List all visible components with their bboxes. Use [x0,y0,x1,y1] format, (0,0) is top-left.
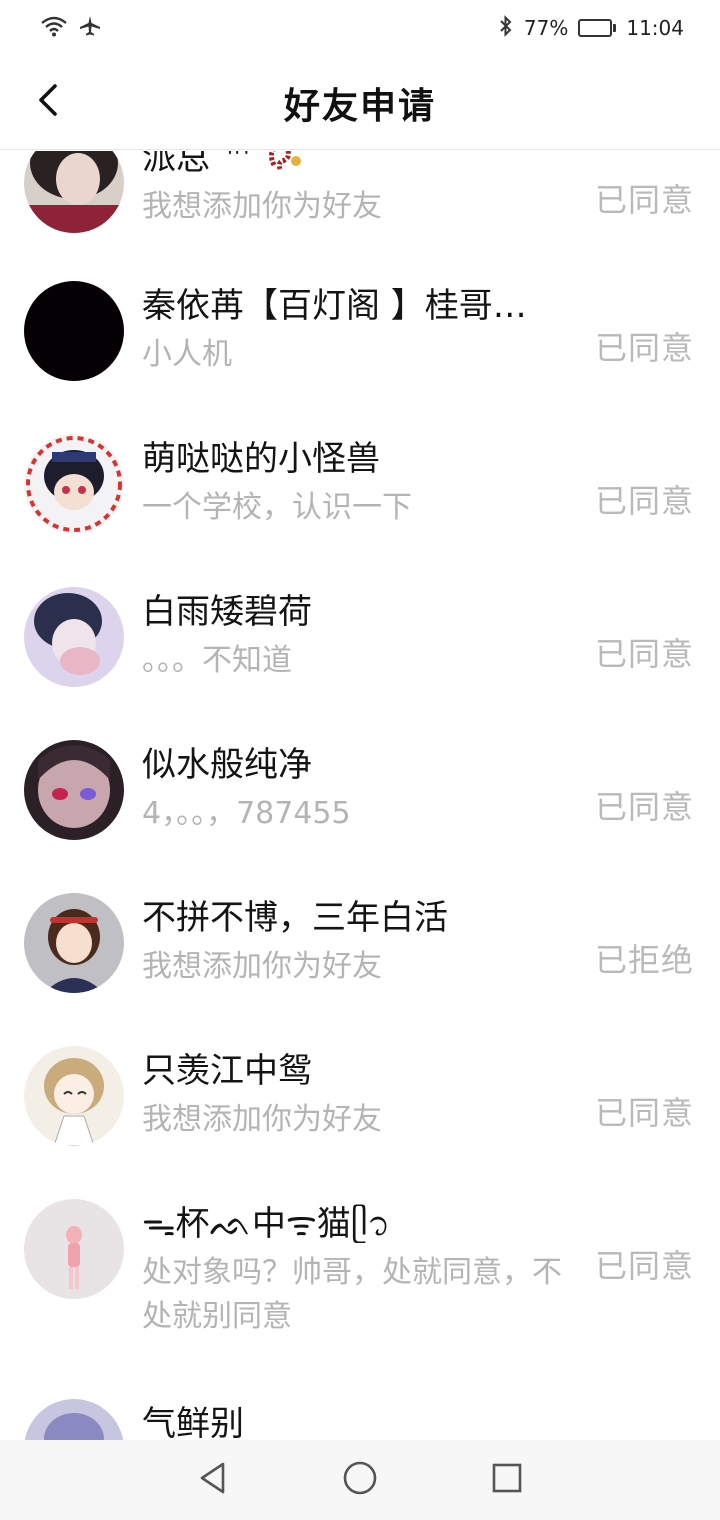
nav-back-button[interactable] [183,1450,243,1510]
wifi-icon [40,15,68,42]
request-status: 已同意 [594,482,694,520]
page-title: 好友申请 [283,85,436,127]
home-circle-icon [342,1460,378,1500]
requester-name: 气鲜别 [142,1404,244,1440]
nav-home-button[interactable] [330,1450,390,1510]
requester-name: 只羡江中鸳 [142,1051,312,1091]
friend-request-row[interactable]: 似水般纯净 4，。。，787455 已同意 [0,711,720,864]
request-message: 我想添加你为好友 [142,1102,382,1137]
nav-recents-button[interactable] [477,1450,537,1510]
friend-request-row[interactable]: 不拼不博，三年白活 我想添加你为好友 已拒绝 [0,864,720,1017]
avatar[interactable] [24,1199,124,1299]
friend-request-row[interactable]: 白雨矮碧荷 。。。不知道 已同意 [0,558,720,711]
request-message: 。。。不知道 [142,643,292,678]
back-button[interactable] [22,76,74,128]
friend-request-list[interactable]: 派总 ™ 我想添加你为好友 已同意 秦依苒【百灯阁 】桂哥… 小人机 已同意 萌… [0,151,720,1440]
system-nav-bar [0,1440,720,1520]
request-status: 已同意 [594,1247,694,1285]
request-status: 已同意 [594,329,694,367]
status-bar: 77% 11:04 [0,0,720,56]
avatar[interactable] [24,151,124,233]
status-bar-left [40,15,102,42]
request-status: 已同意 [594,635,694,673]
clock: 11:04 [626,16,684,40]
friend-request-row[interactable]: 萌哒哒的小怪兽 一个学校，认识一下 已同意 [0,405,720,558]
avatar[interactable] [24,740,124,840]
avatar[interactable] [24,587,124,687]
battery-icon [578,19,617,37]
avatar[interactable] [24,893,124,993]
requester-name: 似水般纯净 [142,745,312,785]
friend-request-list-content: 派总 ™ 我想添加你为好友 已同意 秦依苒【百灯阁 】桂哥… 小人机 已同意 萌… [0,151,720,1440]
request-message: 处对象吗？帅哥，处就同意，不处就别同意 [142,1255,562,1334]
avatar[interactable] [24,281,124,381]
friend-request-row[interactable]: 派总 ™ 我想添加你为好友 已同意 [0,151,720,252]
request-message: 一个学校，认识一下 [142,490,412,525]
request-message: 我想添加你为好友 [142,189,382,224]
avatar[interactable] [24,1046,124,1146]
friend-request-row[interactable]: 只羡江中鸳 我想添加你为好友 已同意 [0,1017,720,1170]
request-status: 已同意 [594,181,694,219]
back-triangle-icon [197,1461,229,1499]
friend-request-row[interactable]: ᯓ杯ᨒ中ᯤ猫ᥫ᭡ 处对象吗？帅哥，处就同意，不处就别同意 已同意 [0,1170,720,1370]
lucky-beads-icon [266,151,310,178]
friend-request-row[interactable]: 秦依苒【百灯阁 】桂哥… 小人机 已同意 [0,252,720,405]
request-message: 小人机 [142,337,232,372]
requester-name: 不拼不博，三年白活 [142,898,448,938]
request-message: 我想添加你为好友 [142,949,382,984]
requester-name: 派总 ™ [142,151,562,181]
friend-request-row[interactable]: 气鲜别 [0,1370,720,1440]
battery-percent: 77% [523,16,569,40]
avatar[interactable] [24,1399,124,1440]
requester-name: 萌哒哒的小怪兽 [142,439,380,479]
avatar[interactable] [24,434,124,534]
chevron-left-icon [35,82,61,122]
recents-square-icon [491,1462,523,1498]
airplane-icon [78,15,102,42]
request-status: 已同意 [594,788,694,826]
bluetooth-icon [498,14,514,42]
request-status: 已同意 [594,1094,694,1132]
requester-name: 秦依苒【百灯阁 】桂哥… [142,286,527,326]
app-header: 好友申请 [0,56,720,150]
requester-name: ᯓ杯ᨒ中ᯤ猫ᥫ᭡ [142,1204,391,1244]
request-message: 4，。。，787455 [142,796,351,831]
status-bar-right: 77% 11:04 [498,14,684,42]
request-status: 已拒绝 [594,941,694,979]
requester-name: 白雨矮碧荷 [142,592,312,632]
